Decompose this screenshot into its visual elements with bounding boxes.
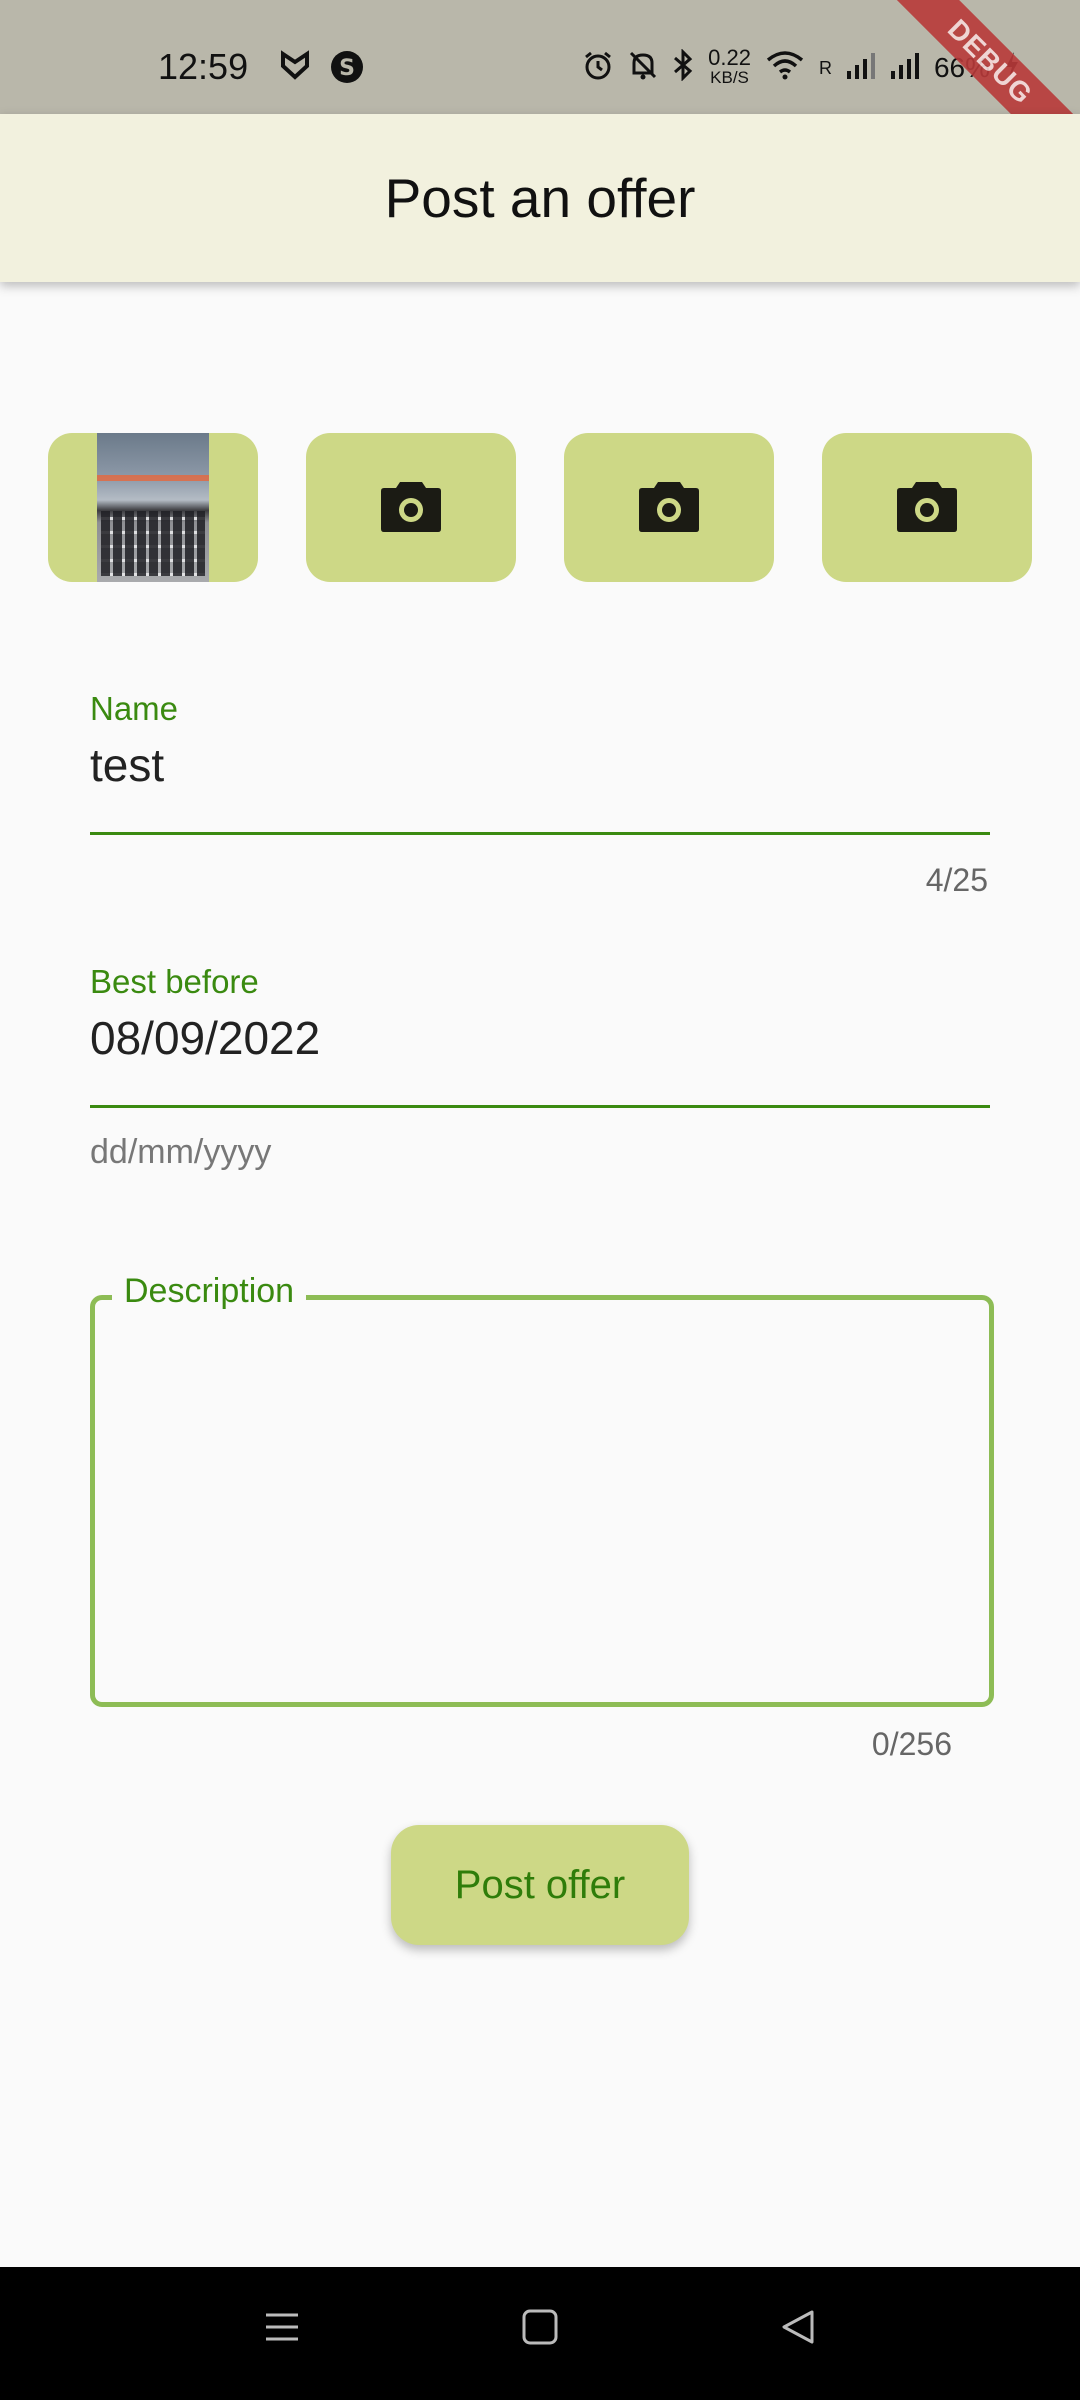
home-icon[interactable] xyxy=(520,2307,560,2352)
camera-icon xyxy=(380,478,442,537)
signal-icon xyxy=(846,51,876,86)
description-label: Description xyxy=(112,1272,307,1311)
date-format-hint: dd/mm/yyyy xyxy=(90,1133,272,1171)
vpn-icon xyxy=(280,50,310,85)
best-before-label: Best before xyxy=(90,963,259,1000)
photo-slot-3[interactable] xyxy=(564,433,774,582)
roaming-indicator: R xyxy=(818,57,832,78)
net-speed-value: 0.22 xyxy=(708,45,751,70)
camera-icon xyxy=(896,478,958,537)
net-speed-unit: KB/S xyxy=(710,68,749,87)
name-label: Name xyxy=(90,690,179,727)
camera-icon xyxy=(638,478,700,537)
best-before-input[interactable]: 08/09/2022 xyxy=(90,1011,990,1065)
page-title: Post an offer xyxy=(384,167,696,229)
photo-row xyxy=(48,433,1032,582)
mute-icon xyxy=(628,49,658,88)
back-icon[interactable] xyxy=(778,2307,818,2352)
status-time: 12:59 xyxy=(158,46,249,87)
photo-slot-2[interactable] xyxy=(306,433,516,582)
post-offer-button[interactable]: Post offer xyxy=(391,1825,689,1945)
net-speed: 0.22 KB/S xyxy=(708,45,751,88)
name-field[interactable]: Name test xyxy=(90,690,990,840)
menu-icon[interactable] xyxy=(262,2307,302,2352)
name-input[interactable]: test xyxy=(90,738,990,792)
status-bar: 12:59 S 0.22 KB/S R 66% DEBUG xyxy=(0,0,1080,184)
signal-icon xyxy=(890,51,920,86)
name-underline xyxy=(90,832,990,835)
photo-slot-4[interactable] xyxy=(822,433,1032,582)
best-before-field[interactable]: Best before 08/09/2022 xyxy=(90,963,990,1113)
best-before-underline xyxy=(90,1105,990,1108)
navigation-bar xyxy=(0,2267,1080,2400)
bluetooth-icon xyxy=(672,47,694,88)
description-counter: 0/256 xyxy=(871,1726,952,1762)
s-app-icon: S xyxy=(330,50,364,89)
alarm-icon xyxy=(582,49,614,88)
description-input[interactable] xyxy=(90,1295,994,1707)
photo-slot-1[interactable] xyxy=(48,433,258,582)
wifi-icon xyxy=(765,50,805,87)
photo-thumbnail xyxy=(97,433,209,582)
svg-text:S: S xyxy=(339,56,355,81)
name-counter: 4/25 xyxy=(925,862,988,898)
app-bar: Post an offer xyxy=(0,114,1080,282)
